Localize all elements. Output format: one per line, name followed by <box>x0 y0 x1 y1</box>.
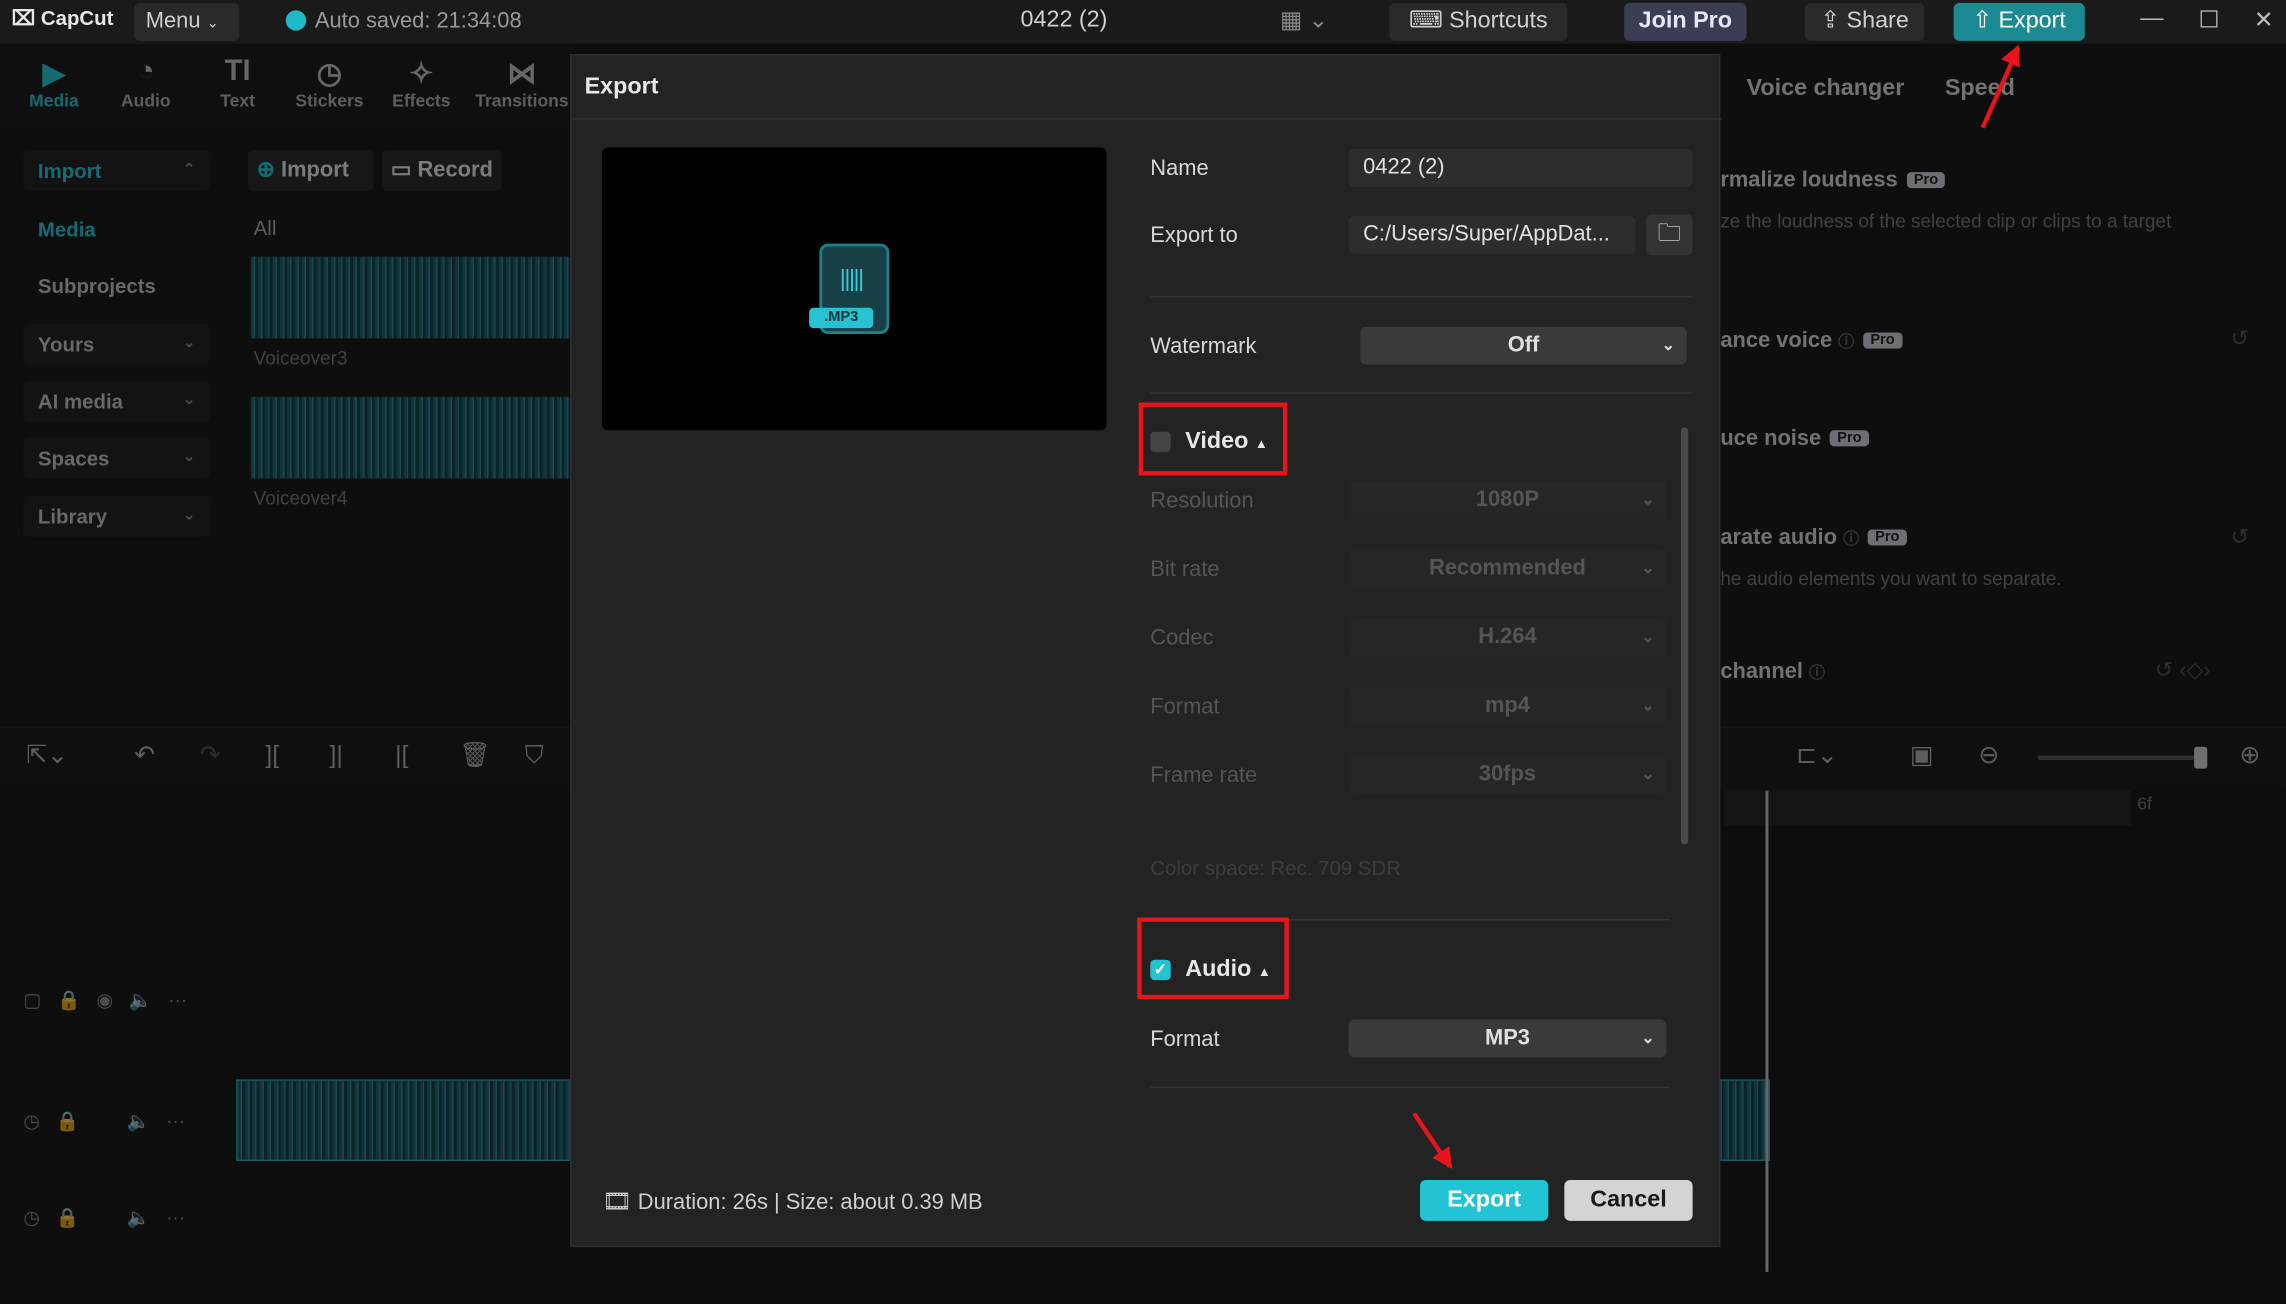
audio-format-label: Format <box>1150 1026 1220 1052</box>
audio-format-value: MP3 <box>1484 1025 1530 1051</box>
codec-value: H.264 <box>1478 624 1537 650</box>
capcut-logo-icon: ⌧ <box>11 5 41 30</box>
divider <box>1150 296 1693 298</box>
menu-label: Menu <box>145 8 201 34</box>
chevron-down-icon: ⌄ <box>1641 491 1655 510</box>
chevron-down-icon: ⌄ <box>1661 336 1676 355</box>
chevron-down-icon: ⌄ <box>206 16 219 33</box>
export-top-button[interactable]: ⇧ Export <box>1953 2 2085 41</box>
chevron-down-icon: ⌄ <box>1641 1029 1655 1048</box>
codec-label: Codec <box>1150 625 1214 651</box>
video-label: Video <box>1185 428 1249 454</box>
divider <box>1150 392 1693 394</box>
export-dialog: Export ||||| .MP3 Name 0422 (2) Export t… <box>570 53 1722 1248</box>
caret-up-icon: ▲ <box>1254 436 1268 451</box>
upload-icon: ⇧ <box>1972 8 1999 34</box>
video-section-title[interactable]: Video ▲ <box>1185 429 1268 455</box>
framerate-label: Frame rate <box>1150 762 1258 788</box>
mp3-badge: .MP3 <box>809 307 874 329</box>
app-logo: ⌧ CapCut <box>12 6 114 31</box>
video-format-select[interactable]: mp4 ⌄ <box>1348 687 1667 725</box>
check-circle-icon <box>285 10 307 31</box>
export-to-label: Export to <box>1150 223 1238 248</box>
framerate-value: 30fps <box>1478 761 1537 787</box>
bitrate-select[interactable]: Recommended ⌄ <box>1348 549 1667 588</box>
shortcuts-label: Shortcuts <box>1449 8 1548 34</box>
watermark-label: Watermark <box>1150 334 1257 359</box>
duration-size-text: Duration: 26s | Size: about 0.39 MB <box>637 1190 983 1216</box>
resolution-label: Resolution <box>1150 488 1254 514</box>
dialog-header <box>571 55 1722 120</box>
export-button[interactable]: Export <box>1419 1180 1549 1221</box>
bitrate-value: Recommended <box>1429 555 1586 581</box>
watermark-value: Off <box>1507 332 1540 358</box>
shortcuts-button[interactable]: ⌨ Shortcuts <box>1389 2 1568 41</box>
audio-format-select[interactable]: MP3 ⌄ <box>1348 1019 1667 1058</box>
cancel-button[interactable]: Cancel <box>1564 1180 1693 1221</box>
bitrate-label: Bit rate <box>1150 557 1220 582</box>
caret-up-icon: ▲ <box>1257 964 1271 979</box>
audio-label: Audio <box>1185 956 1252 982</box>
chevron-down-icon: ⌄ <box>1641 765 1655 784</box>
join-pro-button[interactable]: Join Pro <box>1624 2 1747 41</box>
resolution-value: 1080P <box>1475 487 1540 512</box>
share-icon: ⇪ <box>1820 8 1847 34</box>
title-bar: ⌧ CapCut Menu ⌄ Auto saved: 21:34:08 042… <box>0 0 2286 44</box>
minimize-icon[interactable]: — <box>2140 6 2163 32</box>
export-top-label: Export <box>1998 8 2066 34</box>
resolution-select[interactable]: 1080P ⌄ <box>1348 481 1667 520</box>
export-path-input[interactable]: C:/Users/Super/AppDat... <box>1348 215 1636 254</box>
watermark-select[interactable]: Off ⌄ <box>1360 326 1687 365</box>
framerate-select[interactable]: 30fps ⌄ <box>1348 755 1667 794</box>
video-format-value: mp4 <box>1484 692 1530 718</box>
chevron-down-icon: ⌄ <box>1641 697 1655 715</box>
export-preview: ||||| .MP3 <box>602 147 1107 431</box>
divider <box>1150 1086 1670 1089</box>
video-checkbox[interactable] <box>1150 431 1171 453</box>
share-label: Share <box>1846 8 1909 34</box>
layout-icon[interactable]: ▦ ⌄ <box>1280 6 1328 35</box>
app-name: CapCut <box>40 5 114 30</box>
maximize-icon[interactable]: ☐ <box>2199 6 2220 35</box>
audio-section-title[interactable]: Audio ▲ <box>1185 957 1271 983</box>
format-label: Format <box>1150 694 1220 720</box>
chevron-down-icon: ⌄ <box>1641 560 1655 578</box>
close-icon[interactable]: ✕ <box>2254 6 2274 35</box>
dialog-scrollbar[interactable] <box>1680 427 1689 845</box>
name-label: Name <box>1150 156 1209 181</box>
waveform-icon: ||||| <box>839 266 864 292</box>
share-button[interactable]: ⇪ Share <box>1804 2 1925 41</box>
audio-checkbox[interactable]: ✓ <box>1150 959 1171 981</box>
autosave-text: Auto saved: 21:34:08 <box>314 8 522 34</box>
dialog-title: Export <box>584 74 659 100</box>
menu-button[interactable]: Menu ⌄ <box>134 2 240 41</box>
chevron-down-icon: ⌄ <box>1641 628 1655 647</box>
color-space-label: Color space: Rec. 709 SDR <box>1150 856 1401 880</box>
codec-select[interactable]: H.264 ⌄ <box>1348 618 1667 657</box>
export-info: 🎞 Duration: 26s | Size: about 0.39 MB <box>602 1187 983 1216</box>
autosave-status: Auto saved: 21:34:08 <box>285 8 522 34</box>
project-title: 0422 (2) <box>1020 7 1108 33</box>
folder-icon[interactable]: 🗀 <box>1645 214 1693 256</box>
film-icon: 🎞 <box>602 1190 632 1216</box>
name-input[interactable]: 0422 (2) <box>1348 148 1693 187</box>
keyboard-icon: ⌨ <box>1408 8 1450 34</box>
